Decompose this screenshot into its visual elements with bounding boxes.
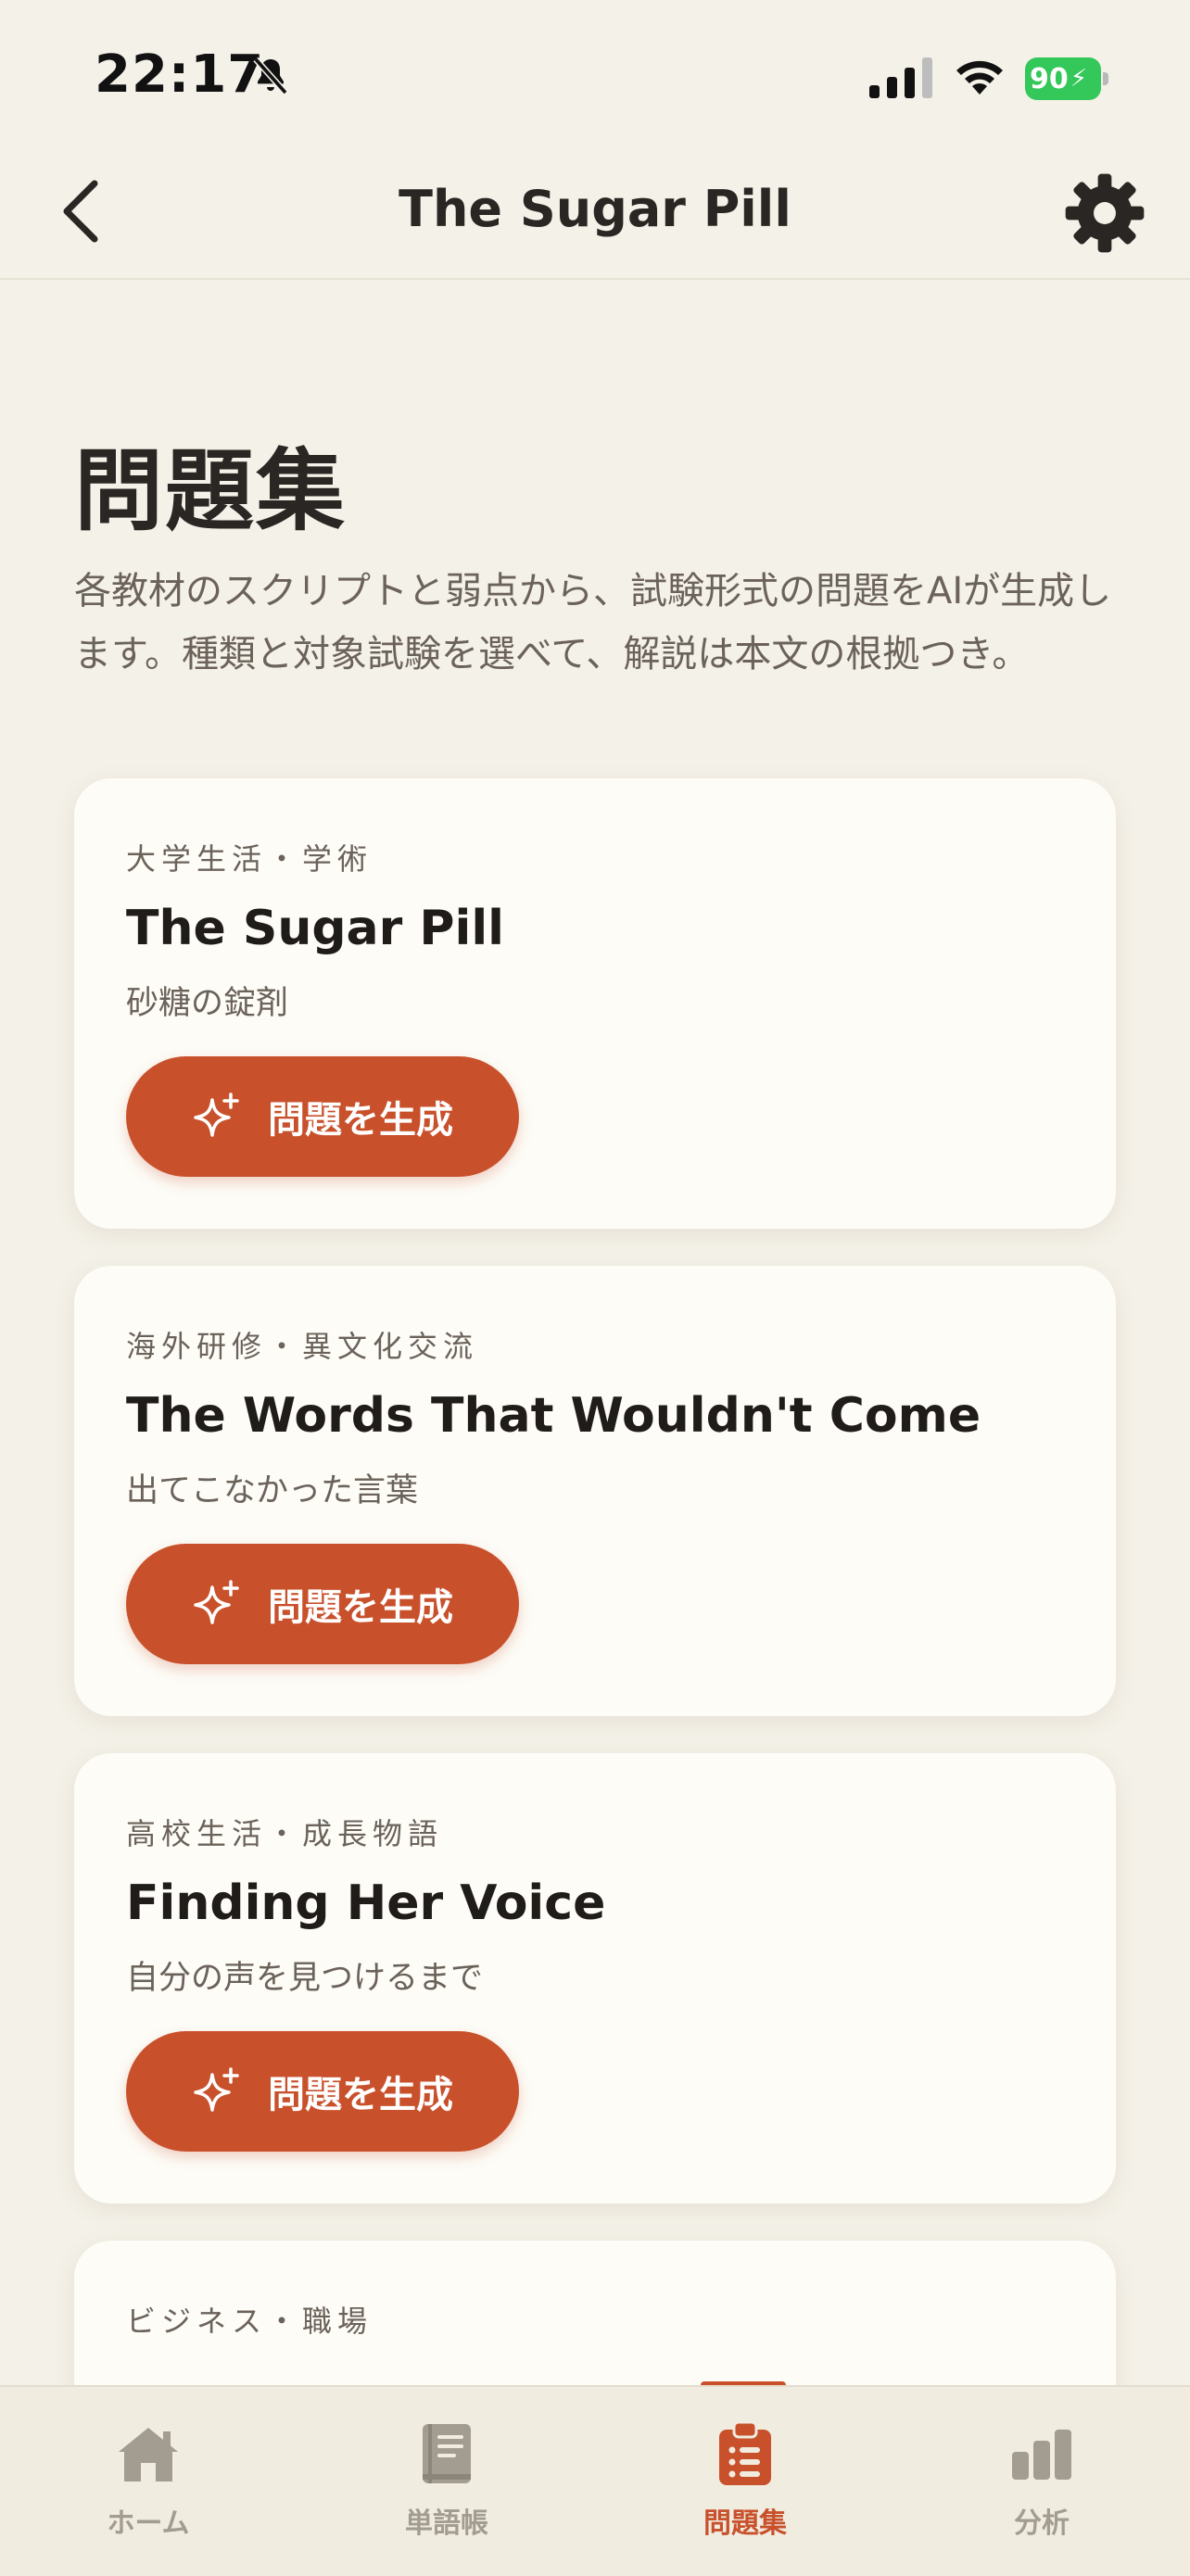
material-card: 海外研修・異文化交流 The Words That Wouldn't Come … xyxy=(74,1266,1116,1716)
material-card: 高校生活・成長物語 Finding Her Voice 自分の声を見つけるまで … xyxy=(74,1753,1116,2203)
tab-label: 分析 xyxy=(1014,2507,1070,2540)
tab-analysis[interactable]: 分析 xyxy=(949,2420,1134,2559)
sparkles-icon xyxy=(194,1580,239,1624)
nav-title: The Sugar Pill xyxy=(399,180,791,238)
bar-chart-icon xyxy=(1012,2430,1071,2480)
wifi-icon xyxy=(956,60,1003,95)
status-time: 22:17 xyxy=(95,44,265,105)
card-subtitle: 出てこなかった言葉 xyxy=(126,1472,419,1509)
tab-home[interactable]: ホーム xyxy=(56,2420,241,2559)
generate-questions-button[interactable]: 問題を生成 xyxy=(126,1056,519,1177)
home-icon xyxy=(119,2428,178,2481)
material-card: 大学生活・学術 The Sugar Pill 砂糖の錠剤 問題を生成 xyxy=(74,778,1116,1229)
battery-level: 90 xyxy=(1029,62,1069,95)
gear-icon[interactable] xyxy=(1062,170,1147,256)
card-subtitle: 自分の声を見つけるまで xyxy=(126,1960,484,1997)
cellular-signal-icon xyxy=(869,57,932,98)
card-subtitle: 砂糖の錠剤 xyxy=(126,985,289,1022)
card-title: The Words That Wouldn't Come xyxy=(126,1388,981,1444)
page-description: 各教材のスクリプトと弱点から、試験形式の問題をAIが生成します。種類と対象試験を… xyxy=(74,570,1112,676)
generate-button-label: 問題を生成 xyxy=(268,1586,453,1629)
navigation-bar: The Sugar Pill xyxy=(0,139,1190,280)
tab-label: 単語帳 xyxy=(405,2507,488,2540)
generate-button-label: 問題を生成 xyxy=(268,1099,453,1142)
card-category: 大学生活・学術 xyxy=(126,841,373,877)
status-bar: 22:17 90 ⚡ xyxy=(0,0,1190,139)
generate-button-label: 問題を生成 xyxy=(268,2074,453,2116)
sparkles-icon xyxy=(194,1092,239,1137)
sparkles-icon xyxy=(194,2067,239,2112)
page-title: 問題集 xyxy=(74,439,347,543)
bell-slash-icon xyxy=(253,57,288,95)
generate-questions-button[interactable]: 問題を生成 xyxy=(126,2031,519,2152)
card-title: Finding Her Voice xyxy=(126,1875,606,1931)
tab-label: 問題集 xyxy=(703,2507,787,2540)
card-title: The Sugar Pill xyxy=(126,901,504,956)
tab-bar: ホーム 単語帳 問題集 分析 xyxy=(0,2385,1190,2576)
card-category: 高校生活・成長物語 xyxy=(126,1816,444,1851)
tab-label: ホーム xyxy=(107,2507,190,2540)
tab-question-bank[interactable]: 問題集 xyxy=(652,2420,838,2559)
card-category: 海外研修・異文化交流 xyxy=(126,1329,479,1364)
book-icon xyxy=(423,2424,471,2483)
clipboard-list-icon xyxy=(719,2420,771,2485)
card-category: ビジネス・職場 xyxy=(126,2304,373,2339)
tab-vocabulary[interactable]: 単語帳 xyxy=(354,2420,539,2559)
battery-icon: 90 ⚡ xyxy=(1025,57,1108,100)
generate-questions-button[interactable]: 問題を生成 xyxy=(126,1544,519,1664)
